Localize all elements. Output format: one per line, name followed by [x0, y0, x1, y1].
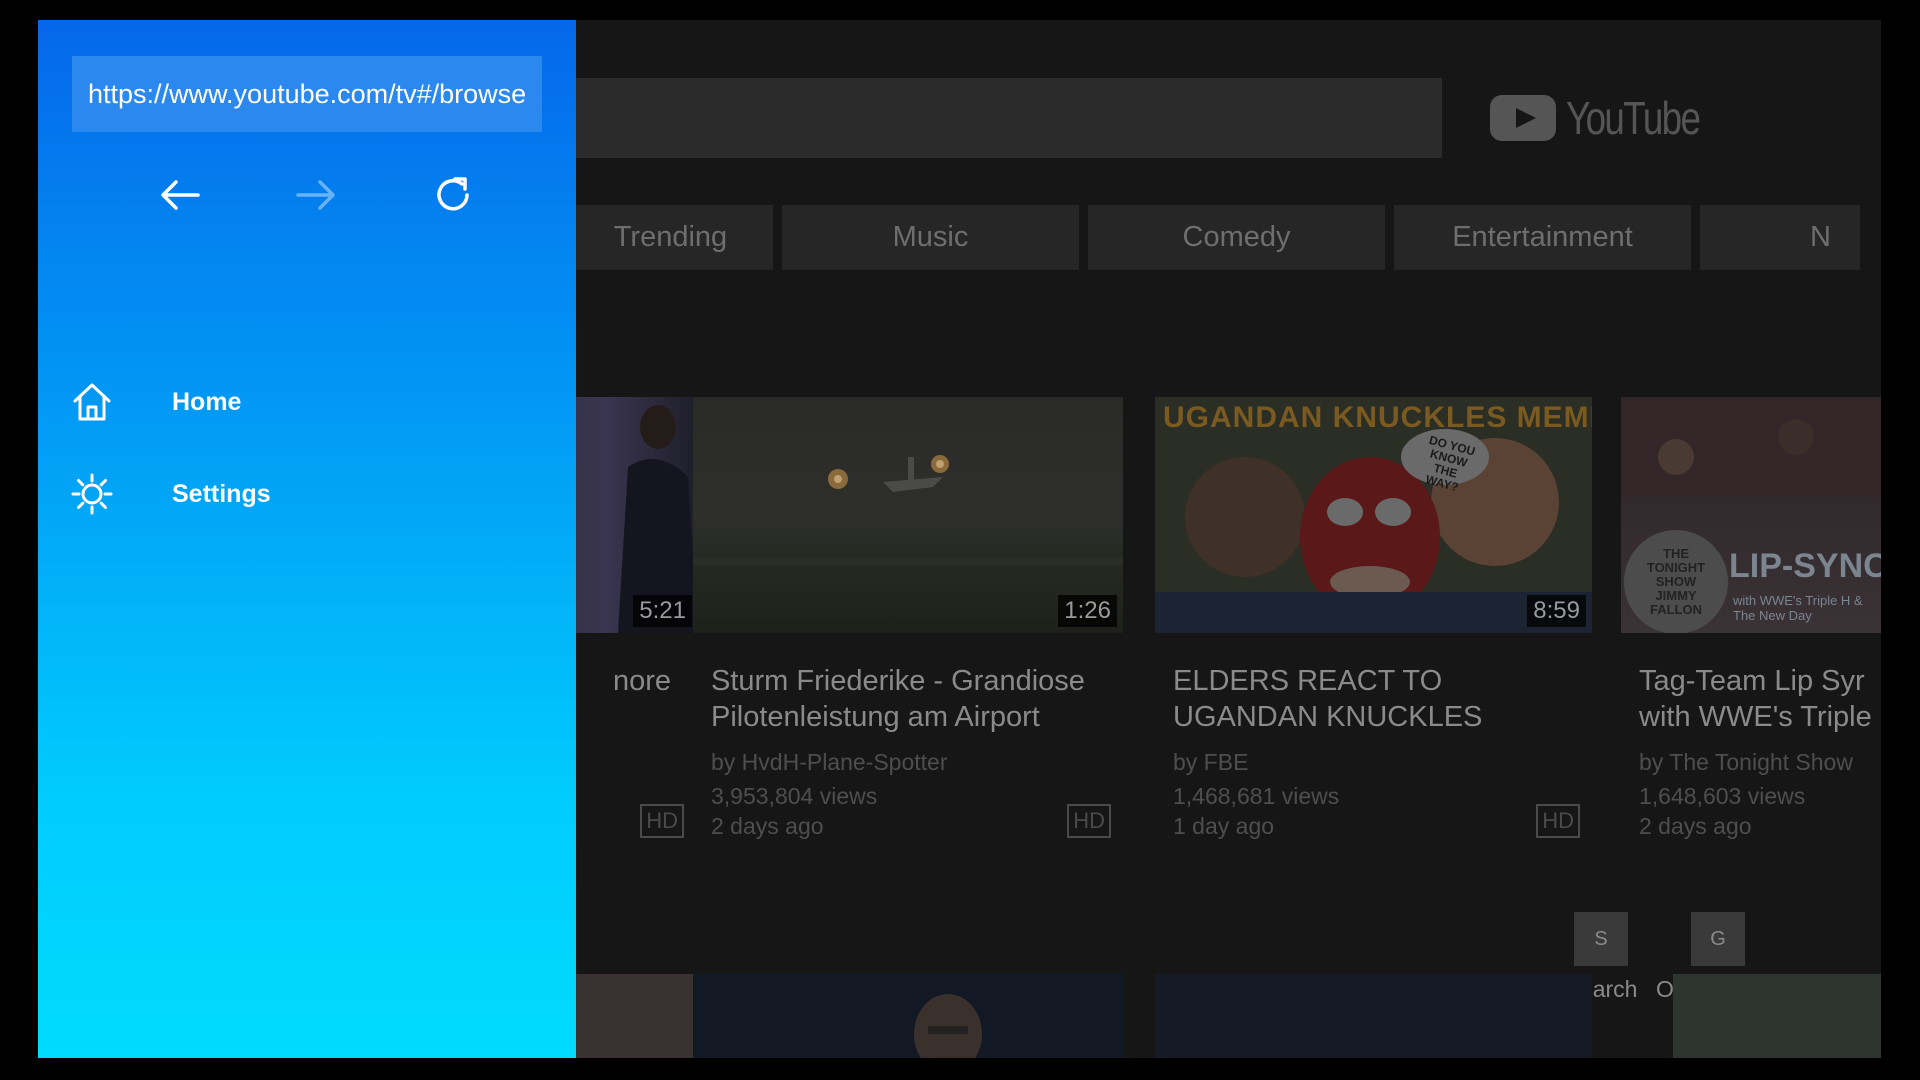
back-button[interactable] [150, 165, 210, 225]
youtube-logo-text: YouTube [1566, 92, 1701, 144]
video-duration: 1:26 [1058, 595, 1117, 627]
video-card[interactable]: 1:26 Sturm Friederike - Grandiose Pilote… [693, 397, 1123, 841]
video-thumbnail: THE TONIGHT SHOW JIMMY FALLON LIP-SYNC w… [1621, 397, 1881, 633]
video-title-line-1: Tag-Team Lip Syr [1639, 665, 1865, 697]
menu-item-label: Home [172, 387, 242, 416]
arrow-left-icon [161, 180, 200, 210]
video-age: 2 days ago [711, 813, 824, 839]
video-title-line-1: ELDERS REACT TO [1173, 665, 1443, 697]
tab-comedy[interactable]: Comedy [1088, 205, 1385, 270]
menu-item-home[interactable]: Home [68, 372, 538, 432]
thumbnail-title-text: LIP-SYNC [1729, 547, 1881, 585]
youtube-play-icon [1490, 95, 1556, 141]
thumbnail-subtitle-text: with WWE's Triple H & The New Day [1733, 593, 1863, 623]
tv-screen: YouTube Trending Music Comedy Entertainm… [38, 20, 1881, 1058]
video-views: 1,648,603 views [1639, 783, 1806, 809]
key-g: G [1691, 912, 1745, 966]
forward-button[interactable] [286, 165, 346, 225]
video-card[interactable]: UGANDAN KNUCKLES MEMES DO YOU KNOW THE W… [1155, 397, 1592, 841]
tab-more[interactable]: N [1700, 205, 1860, 270]
video-views: 3,953,804 views [711, 783, 878, 809]
video-thumbnail: UGANDAN KNUCKLES MEMES DO YOU KNOW THE W… [1155, 397, 1592, 633]
video-title-line-1: Sturm Friederike - Grandiose [711, 665, 1085, 697]
video-thumbnail: 1:26 [693, 397, 1123, 633]
video-thumbnail[interactable] [1673, 974, 1881, 1058]
youtube-search-bar[interactable] [568, 78, 1442, 158]
reload-button[interactable] [423, 165, 483, 225]
hd-badge: HD [1536, 804, 1580, 838]
browser-sidebar: Home Settings [38, 20, 576, 1058]
video-thumbnail[interactable] [693, 974, 1123, 1058]
key-s: S [1574, 912, 1628, 966]
home-icon [68, 378, 116, 426]
youtube-category-tabs: Trending Music Comedy Entertainment N [568, 205, 1860, 270]
hd-badge: HD [1067, 804, 1111, 838]
arrow-right-icon [296, 180, 335, 210]
hd-badge: HD [640, 804, 684, 838]
video-channel: by The Tonight Show [1639, 749, 1853, 775]
video-views: 1,468,681 views [1173, 783, 1340, 809]
tab-music[interactable]: Music [782, 205, 1079, 270]
video-channel: by FBE [1173, 749, 1249, 775]
video-age: 1 day ago [1173, 813, 1275, 839]
video-duration: 5:21 [633, 595, 692, 627]
video-age: 2 days ago [1639, 813, 1752, 839]
menu-item-settings[interactable]: Settings [68, 464, 538, 524]
video-card[interactable]: THE TONIGHT SHOW JIMMY FALLON LIP-SYNC w… [1621, 397, 1881, 841]
show-logo-text: THE TONIGHT SHOW JIMMY FALLON [1646, 546, 1706, 617]
video-title-line-2: Pilotenleistung am Airport [711, 701, 1040, 733]
tab-entertainment[interactable]: Entertainment [1394, 205, 1691, 270]
video-title-line-2: with WWE's Triple [1639, 701, 1872, 733]
video-channel: by HvdH-Plane-Spotter [711, 749, 948, 775]
video-title-line-2: UGANDAN KNUCKLES [1173, 701, 1483, 733]
video-duration: 8:59 [1527, 595, 1586, 627]
video-thumbnail[interactable] [1155, 974, 1592, 1058]
refresh-icon [437, 177, 469, 211]
gear-icon [68, 470, 116, 518]
url-input[interactable] [72, 56, 542, 132]
tab-trending[interactable]: Trending [568, 205, 773, 270]
youtube-logo: YouTube [1490, 90, 1733, 146]
menu-item-label: Settings [172, 479, 271, 508]
